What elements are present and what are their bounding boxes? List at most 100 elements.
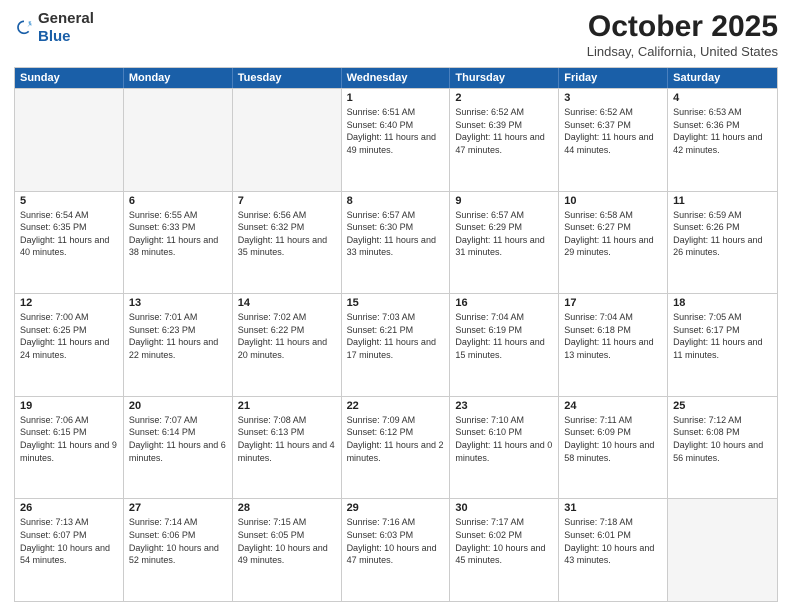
cell-info: Sunrise: 6:55 AM Sunset: 6:33 PM Dayligh… bbox=[129, 209, 227, 259]
calendar-body: 1 Sunrise: 6:51 AM Sunset: 6:40 PM Daylig… bbox=[15, 88, 777, 601]
day-number: 26 bbox=[20, 502, 118, 514]
day-number: 13 bbox=[129, 297, 227, 309]
day-header-tuesday: Tuesday bbox=[233, 68, 342, 88]
cell-info: Sunrise: 6:52 AM Sunset: 6:37 PM Dayligh… bbox=[564, 106, 662, 156]
cell-info: Sunrise: 6:58 AM Sunset: 6:27 PM Dayligh… bbox=[564, 209, 662, 259]
day-cell-5: 5Sunrise: 6:54 AM Sunset: 6:35 PM Daylig… bbox=[15, 192, 124, 294]
empty-cell bbox=[124, 89, 233, 191]
day-number: 21 bbox=[238, 400, 336, 412]
cell-info: Sunrise: 6:52 AM Sunset: 6:39 PM Dayligh… bbox=[455, 106, 553, 156]
cell-info: Sunrise: 7:04 AM Sunset: 6:19 PM Dayligh… bbox=[455, 311, 553, 361]
cell-info: Sunrise: 7:12 AM Sunset: 6:08 PM Dayligh… bbox=[673, 414, 772, 464]
day-number: 2 bbox=[455, 92, 553, 104]
day-number: 3 bbox=[564, 92, 662, 104]
day-cell-17: 17Sunrise: 7:04 AM Sunset: 6:18 PM Dayli… bbox=[559, 294, 668, 396]
cell-info: Sunrise: 6:54 AM Sunset: 6:35 PM Dayligh… bbox=[20, 209, 118, 259]
day-number: 8 bbox=[347, 195, 445, 207]
cell-info: Sunrise: 7:17 AM Sunset: 6:02 PM Dayligh… bbox=[455, 516, 553, 566]
day-cell-31: 31 Sunrise: 7:18 AM Sunset: 6:01 PM Dayli… bbox=[559, 499, 668, 601]
day-number: 25 bbox=[673, 400, 772, 412]
cell-info: Sunrise: 7:02 AM Sunset: 6:22 PM Dayligh… bbox=[238, 311, 336, 361]
week-row-3: 19Sunrise: 7:06 AM Sunset: 6:15 PM Dayli… bbox=[15, 396, 777, 499]
cell-info: Sunrise: 7:00 AM Sunset: 6:25 PM Dayligh… bbox=[20, 311, 118, 361]
day-cell-24: 24 Sunrise: 7:11 AM Sunset: 6:09 PM Dayli… bbox=[559, 397, 668, 499]
week-row-1: 5Sunrise: 6:54 AM Sunset: 6:35 PM Daylig… bbox=[15, 191, 777, 294]
day-number: 1 bbox=[347, 92, 445, 104]
cell-info: Sunrise: 7:08 AM Sunset: 6:13 PM Dayligh… bbox=[238, 414, 336, 464]
logo: General Blue bbox=[14, 10, 94, 46]
day-number: 9 bbox=[455, 195, 553, 207]
day-cell-16: 16 Sunrise: 7:04 AM Sunset: 6:19 PM Dayli… bbox=[450, 294, 559, 396]
day-number: 31 bbox=[564, 502, 662, 514]
day-cell-30: 30 Sunrise: 7:17 AM Sunset: 6:02 PM Dayli… bbox=[450, 499, 559, 601]
week-row-2: 12 Sunrise: 7:00 AM Sunset: 6:25 PM Dayli… bbox=[15, 293, 777, 396]
logo-blue: Blue bbox=[38, 28, 71, 45]
week-row-0: 1 Sunrise: 6:51 AM Sunset: 6:40 PM Daylig… bbox=[15, 88, 777, 191]
day-number: 22 bbox=[347, 400, 445, 412]
cell-info: Sunrise: 7:13 AM Sunset: 6:07 PM Dayligh… bbox=[20, 516, 118, 566]
day-number: 19 bbox=[20, 400, 118, 412]
day-header-monday: Monday bbox=[124, 68, 233, 88]
cell-info: Sunrise: 6:57 AM Sunset: 6:29 PM Dayligh… bbox=[455, 209, 553, 259]
day-cell-25: 25 Sunrise: 7:12 AM Sunset: 6:08 PM Dayli… bbox=[668, 397, 777, 499]
cell-info: Sunrise: 6:51 AM Sunset: 6:40 PM Dayligh… bbox=[347, 106, 445, 156]
day-cell-7: 7Sunrise: 6:56 AM Sunset: 6:32 PM Daylig… bbox=[233, 192, 342, 294]
day-header-sunday: Sunday bbox=[15, 68, 124, 88]
cell-info: Sunrise: 6:59 AM Sunset: 6:26 PM Dayligh… bbox=[673, 209, 772, 259]
day-cell-29: 29Sunrise: 7:16 AM Sunset: 6:03 PM Dayli… bbox=[342, 499, 451, 601]
day-header-wednesday: Wednesday bbox=[342, 68, 451, 88]
day-number: 6 bbox=[129, 195, 227, 207]
day-number: 4 bbox=[673, 92, 772, 104]
day-header-friday: Friday bbox=[559, 68, 668, 88]
empty-cell bbox=[233, 89, 342, 191]
day-number: 30 bbox=[455, 502, 553, 514]
day-cell-20: 20Sunrise: 7:07 AM Sunset: 6:14 PM Dayli… bbox=[124, 397, 233, 499]
logo-text: General Blue bbox=[38, 10, 94, 46]
day-number: 24 bbox=[564, 400, 662, 412]
day-number: 15 bbox=[347, 297, 445, 309]
day-cell-4: 4Sunrise: 6:53 AM Sunset: 6:36 PM Daylig… bbox=[668, 89, 777, 191]
day-cell-28: 28Sunrise: 7:15 AM Sunset: 6:05 PM Dayli… bbox=[233, 499, 342, 601]
cell-info: Sunrise: 7:11 AM Sunset: 6:09 PM Dayligh… bbox=[564, 414, 662, 464]
day-number: 12 bbox=[20, 297, 118, 309]
cell-info: Sunrise: 7:01 AM Sunset: 6:23 PM Dayligh… bbox=[129, 311, 227, 361]
day-cell-15: 15Sunrise: 7:03 AM Sunset: 6:21 PM Dayli… bbox=[342, 294, 451, 396]
day-number: 20 bbox=[129, 400, 227, 412]
day-header-thursday: Thursday bbox=[450, 68, 559, 88]
calendar-header: SundayMondayTuesdayWednesdayThursdayFrid… bbox=[15, 68, 777, 88]
empty-cell bbox=[15, 89, 124, 191]
day-number: 14 bbox=[238, 297, 336, 309]
day-cell-19: 19Sunrise: 7:06 AM Sunset: 6:15 PM Dayli… bbox=[15, 397, 124, 499]
week-row-4: 26 Sunrise: 7:13 AM Sunset: 6:07 PM Dayli… bbox=[15, 498, 777, 601]
cell-info: Sunrise: 6:57 AM Sunset: 6:30 PM Dayligh… bbox=[347, 209, 445, 259]
logo-icon bbox=[14, 18, 34, 38]
empty-cell bbox=[668, 499, 777, 601]
day-number: 28 bbox=[238, 502, 336, 514]
calendar: SundayMondayTuesdayWednesdayThursdayFrid… bbox=[14, 67, 778, 602]
day-number: 7 bbox=[238, 195, 336, 207]
cell-info: Sunrise: 7:14 AM Sunset: 6:06 PM Dayligh… bbox=[129, 516, 227, 566]
header: General Blue October 2025 Lindsay, Calif… bbox=[14, 10, 778, 59]
cell-info: Sunrise: 7:18 AM Sunset: 6:01 PM Dayligh… bbox=[564, 516, 662, 566]
cell-info: Sunrise: 7:04 AM Sunset: 6:18 PM Dayligh… bbox=[564, 311, 662, 361]
day-number: 16 bbox=[455, 297, 553, 309]
cell-info: Sunrise: 7:10 AM Sunset: 6:10 PM Dayligh… bbox=[455, 414, 553, 464]
day-cell-3: 3 Sunrise: 6:52 AM Sunset: 6:37 PM Daylig… bbox=[559, 89, 668, 191]
day-cell-26: 26 Sunrise: 7:13 AM Sunset: 6:07 PM Dayli… bbox=[15, 499, 124, 601]
day-cell-22: 22 Sunrise: 7:09 AM Sunset: 6:12 PM Dayli… bbox=[342, 397, 451, 499]
day-cell-21: 21 Sunrise: 7:08 AM Sunset: 6:13 PM Dayli… bbox=[233, 397, 342, 499]
month-title: October 2025 bbox=[587, 10, 778, 44]
day-number: 23 bbox=[455, 400, 553, 412]
day-cell-23: 23 Sunrise: 7:10 AM Sunset: 6:10 PM Dayli… bbox=[450, 397, 559, 499]
day-cell-18: 18 Sunrise: 7:05 AM Sunset: 6:17 PM Dayli… bbox=[668, 294, 777, 396]
day-number: 27 bbox=[129, 502, 227, 514]
cell-info: Sunrise: 7:09 AM Sunset: 6:12 PM Dayligh… bbox=[347, 414, 445, 464]
day-cell-14: 14 Sunrise: 7:02 AM Sunset: 6:22 PM Dayli… bbox=[233, 294, 342, 396]
day-cell-13: 13 Sunrise: 7:01 AM Sunset: 6:23 PM Dayli… bbox=[124, 294, 233, 396]
day-cell-12: 12 Sunrise: 7:00 AM Sunset: 6:25 PM Dayli… bbox=[15, 294, 124, 396]
cell-info: Sunrise: 7:05 AM Sunset: 6:17 PM Dayligh… bbox=[673, 311, 772, 361]
day-number: 18 bbox=[673, 297, 772, 309]
day-number: 10 bbox=[564, 195, 662, 207]
location: Lindsay, California, United States bbox=[587, 44, 778, 59]
day-cell-9: 9 Sunrise: 6:57 AM Sunset: 6:29 PM Daylig… bbox=[450, 192, 559, 294]
